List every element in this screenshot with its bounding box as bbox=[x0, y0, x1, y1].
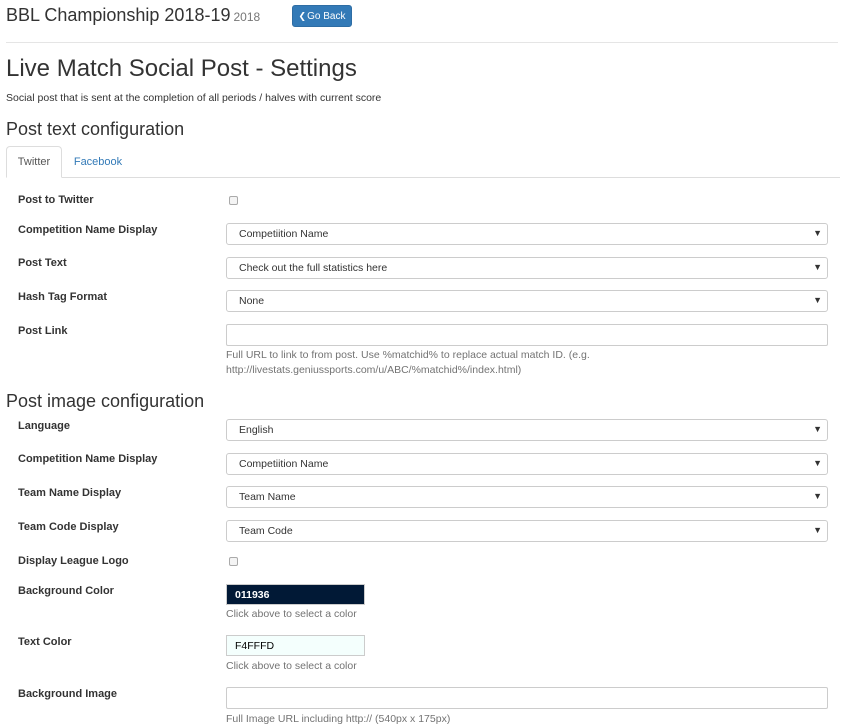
post-to-twitter-checkbox[interactable] bbox=[229, 196, 238, 205]
background-color-help: Click above to select a color bbox=[226, 608, 357, 620]
page-title: Live Match Social Post - Settings bbox=[6, 55, 357, 82]
background-image-input[interactable] bbox=[226, 687, 828, 709]
go-back-label: Go Back bbox=[307, 10, 346, 22]
team-code-select[interactable]: Team Code ▼ bbox=[226, 520, 828, 542]
image-config-heading: Post image configuration bbox=[6, 391, 205, 411]
hashtag-format-select[interactable]: None ▼ bbox=[226, 290, 828, 312]
caret-down-icon: ▼ bbox=[813, 458, 822, 468]
page-description: Social post that is sent at the completi… bbox=[6, 92, 382, 104]
background-color-picker[interactable]: 011936 bbox=[226, 584, 365, 605]
team-code-value: Team Code bbox=[239, 525, 293, 537]
background-image-help: Full Image URL including http:// (540px … bbox=[226, 713, 451, 725]
post-link-label: Post Link bbox=[18, 325, 68, 337]
text-color-label: Text Color bbox=[18, 636, 72, 648]
text-color-picker[interactable]: F4FFFD bbox=[226, 635, 365, 656]
text-config-heading: Post text configuration bbox=[6, 119, 185, 139]
hashtag-format-label: Hash Tag Format bbox=[18, 291, 108, 303]
image-competition-name-select[interactable]: Competiition Name ▼ bbox=[226, 453, 828, 475]
post-link-help-line-2: http://livestats.geniussports.com/u/ABC/… bbox=[226, 364, 522, 376]
text-color-help: Click above to select a color bbox=[226, 660, 357, 672]
tab-twitter-label: Twitter bbox=[17, 156, 51, 168]
post-link-help-line-1: Full URL to link to from post. Use %matc… bbox=[226, 349, 590, 361]
background-color-label: Background Color bbox=[18, 585, 114, 597]
image-competition-name-label: Competition Name Display bbox=[18, 453, 158, 465]
competition-year: 2018 bbox=[233, 10, 261, 24]
caret-down-icon: ▼ bbox=[813, 424, 822, 434]
league-logo-checkbox[interactable] bbox=[229, 557, 238, 566]
image-competition-name-value: Competiition Name bbox=[239, 458, 329, 470]
league-logo-label: Display League Logo bbox=[18, 555, 129, 567]
language-label: Language bbox=[18, 420, 70, 432]
tab-facebook[interactable]: Facebook bbox=[63, 146, 133, 178]
caret-down-icon: ▼ bbox=[813, 491, 822, 501]
text-color-value: F4FFFD bbox=[235, 639, 275, 652]
caret-down-icon: ▼ bbox=[813, 525, 822, 535]
team-code-label: Team Code Display bbox=[18, 521, 119, 533]
team-name-label: Team Name Display bbox=[18, 487, 122, 499]
language-value: English bbox=[239, 424, 274, 436]
caret-down-icon: ▼ bbox=[813, 295, 822, 305]
background-color-value: 011936 bbox=[235, 588, 270, 601]
tab-twitter[interactable]: Twitter bbox=[6, 146, 62, 178]
hashtag-format-value: None bbox=[239, 295, 265, 307]
team-name-value: Team Name bbox=[239, 491, 296, 503]
background-image-label: Background Image bbox=[18, 688, 118, 700]
text-competition-name-label: Competition Name Display bbox=[18, 224, 158, 236]
competition-title: BBL Championship 2018-19 bbox=[6, 5, 231, 25]
chevron-left-icon: ❮ bbox=[298, 10, 307, 21]
header-divider bbox=[6, 42, 838, 43]
go-back-button[interactable]: ❮ Go Back bbox=[292, 5, 352, 27]
post-to-twitter-label: Post to Twitter bbox=[18, 194, 94, 206]
post-text-select[interactable]: Check out the full statistics here ▼ bbox=[226, 257, 828, 279]
post-text-label: Post Text bbox=[18, 257, 67, 269]
post-text-value: Check out the full statistics here bbox=[239, 262, 388, 274]
text-competition-name-value: Competiition Name bbox=[239, 228, 329, 240]
post-link-input[interactable] bbox=[226, 324, 828, 346]
tab-facebook-label: Facebook bbox=[73, 156, 123, 168]
competition-header: BBL Championship 2018-19 2018 bbox=[6, 5, 260, 26]
language-select[interactable]: English ▼ bbox=[226, 419, 828, 441]
caret-down-icon: ▼ bbox=[813, 262, 822, 272]
team-name-select[interactable]: Team Name ▼ bbox=[226, 486, 828, 508]
post-link-help: Full URL to link to from post. Use %matc… bbox=[226, 348, 590, 378]
text-competition-name-select[interactable]: Competiition Name ▼ bbox=[226, 223, 828, 245]
caret-down-icon: ▼ bbox=[813, 228, 822, 238]
